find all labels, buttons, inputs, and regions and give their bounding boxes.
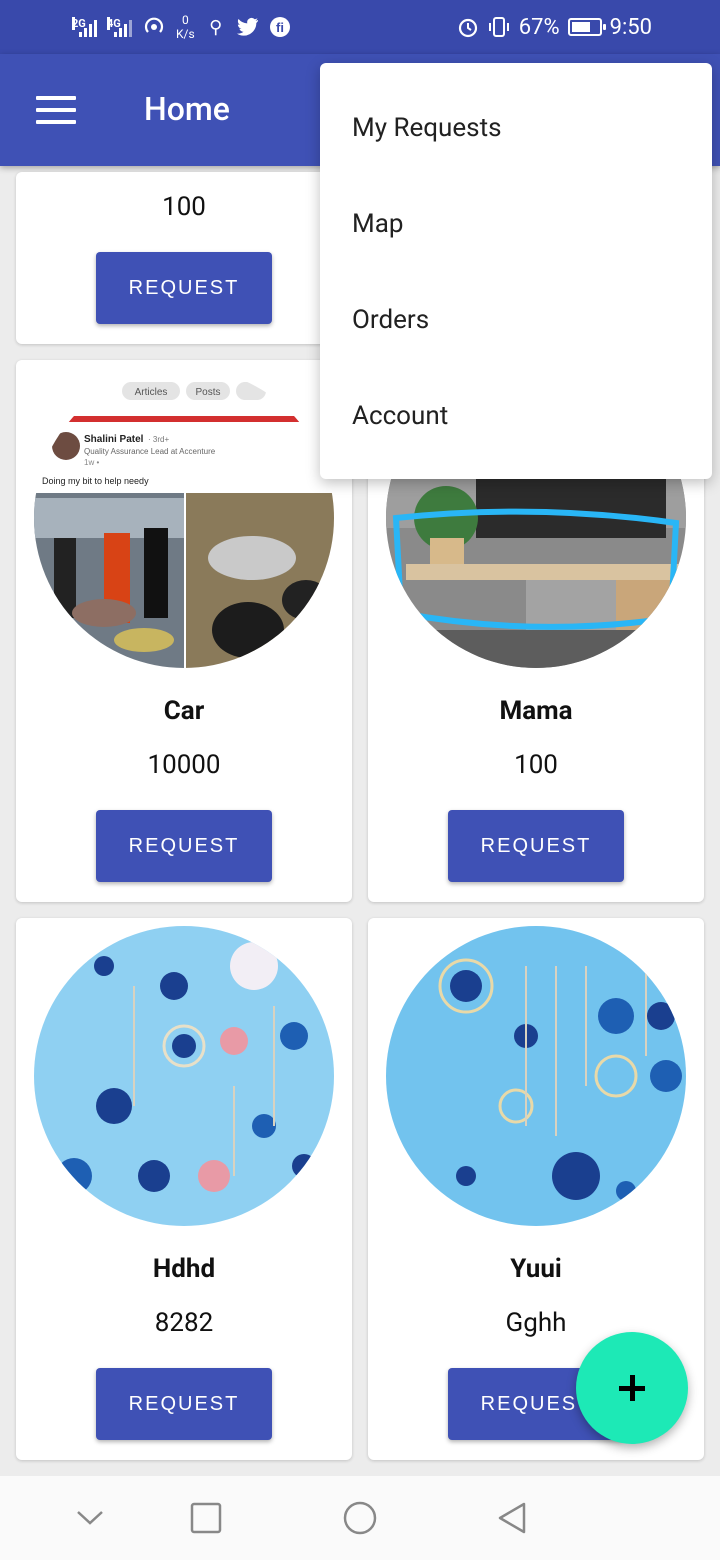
nav-home-icon[interactable]: [338, 1496, 382, 1540]
product-image: [34, 926, 334, 1226]
add-button[interactable]: [576, 1332, 688, 1444]
post-tab-articles: Articles: [135, 387, 168, 398]
post-screenshot-image: Articles Posts Shalini Patel · 3rd+ Qual…: [34, 368, 334, 668]
product-image: [386, 926, 686, 1226]
twitter-icon: [236, 18, 258, 36]
vibrate-icon: [488, 17, 509, 37]
status-bar: 2G 4G 0 K/s ⚲ fi 67% 9:50: [0, 0, 720, 54]
menu-item-account[interactable]: Account: [352, 401, 448, 431]
network-4g-label: 4G: [107, 17, 121, 30]
product-price: 10000: [147, 750, 221, 780]
svg-text:fi: fi: [276, 20, 284, 35]
overflow-menu: My Requests Map Orders Account: [320, 63, 712, 479]
battery-percent: 67%: [518, 14, 560, 40]
menu-item-my-requests[interactable]: My Requests: [352, 113, 502, 143]
usb-icon: ⚲: [209, 16, 223, 38]
status-right: 67% 9:50: [457, 0, 652, 54]
product-image: Articles Posts Shalini Patel · 3rd+ Qual…: [34, 368, 334, 668]
status-left: 2G 4G 0 K/s ⚲ fi: [72, 0, 291, 54]
request-button[interactable]: REQUEST: [96, 810, 272, 882]
network-2g-label: 2G: [72, 17, 86, 30]
alarm-icon: [458, 18, 477, 38]
post-author: Shalini Patel: [84, 434, 144, 445]
product-name: Yuui: [510, 1254, 562, 1284]
product-name: Hdhd: [152, 1254, 216, 1284]
network-speed: 0 K/s: [176, 13, 195, 41]
post-text: Doing my bit to help needy: [42, 476, 149, 486]
request-button[interactable]: REQUEST: [448, 810, 624, 882]
clock: 9:50: [609, 14, 652, 40]
post-age: 1w •: [84, 458, 99, 467]
speed-unit: K/s: [176, 27, 195, 41]
request-button[interactable]: REQUEST: [96, 1368, 272, 1440]
plus-icon: [619, 1375, 645, 1401]
product-price: 100: [162, 192, 206, 222]
system-nav-bar: [0, 1476, 720, 1560]
product-card: Hdhd 8282 REQUEST: [16, 918, 352, 1460]
product-card: 100 REQUEST: [16, 172, 352, 344]
post-degree: · 3rd+: [148, 435, 169, 444]
post-tab-posts: Posts: [195, 387, 220, 398]
nav-recents-icon[interactable]: [184, 1496, 228, 1540]
menu-item-orders[interactable]: Orders: [352, 305, 429, 335]
signal-2g-icon: 2G: [72, 17, 97, 37]
speed-value: 0: [181, 13, 189, 27]
signal-4g-icon: 4G: [107, 17, 132, 37]
page-title: Home: [144, 90, 230, 128]
product-price: 8282: [154, 1308, 214, 1338]
earrings-image: [34, 926, 334, 1226]
post-headline: Quality Assurance Lead at Accenture: [84, 447, 216, 456]
nav-back-icon[interactable]: [490, 1496, 534, 1540]
product-name: Mama: [499, 696, 573, 726]
menu-icon[interactable]: [36, 96, 76, 124]
request-button[interactable]: REQUEST: [96, 252, 272, 324]
product-price: 100: [514, 750, 558, 780]
hotspot-icon: [144, 17, 164, 33]
battery-icon: [567, 18, 606, 36]
earrings-image: [386, 926, 686, 1226]
product-card: Articles Posts Shalini Patel · 3rd+ Qual…: [16, 360, 352, 902]
menu-item-map[interactable]: Map: [352, 209, 403, 239]
product-price: Gghh: [505, 1308, 567, 1338]
product-name: Car: [163, 696, 205, 726]
notification-app-icon: fi: [269, 17, 290, 37]
nav-down-icon[interactable]: [68, 1496, 112, 1540]
